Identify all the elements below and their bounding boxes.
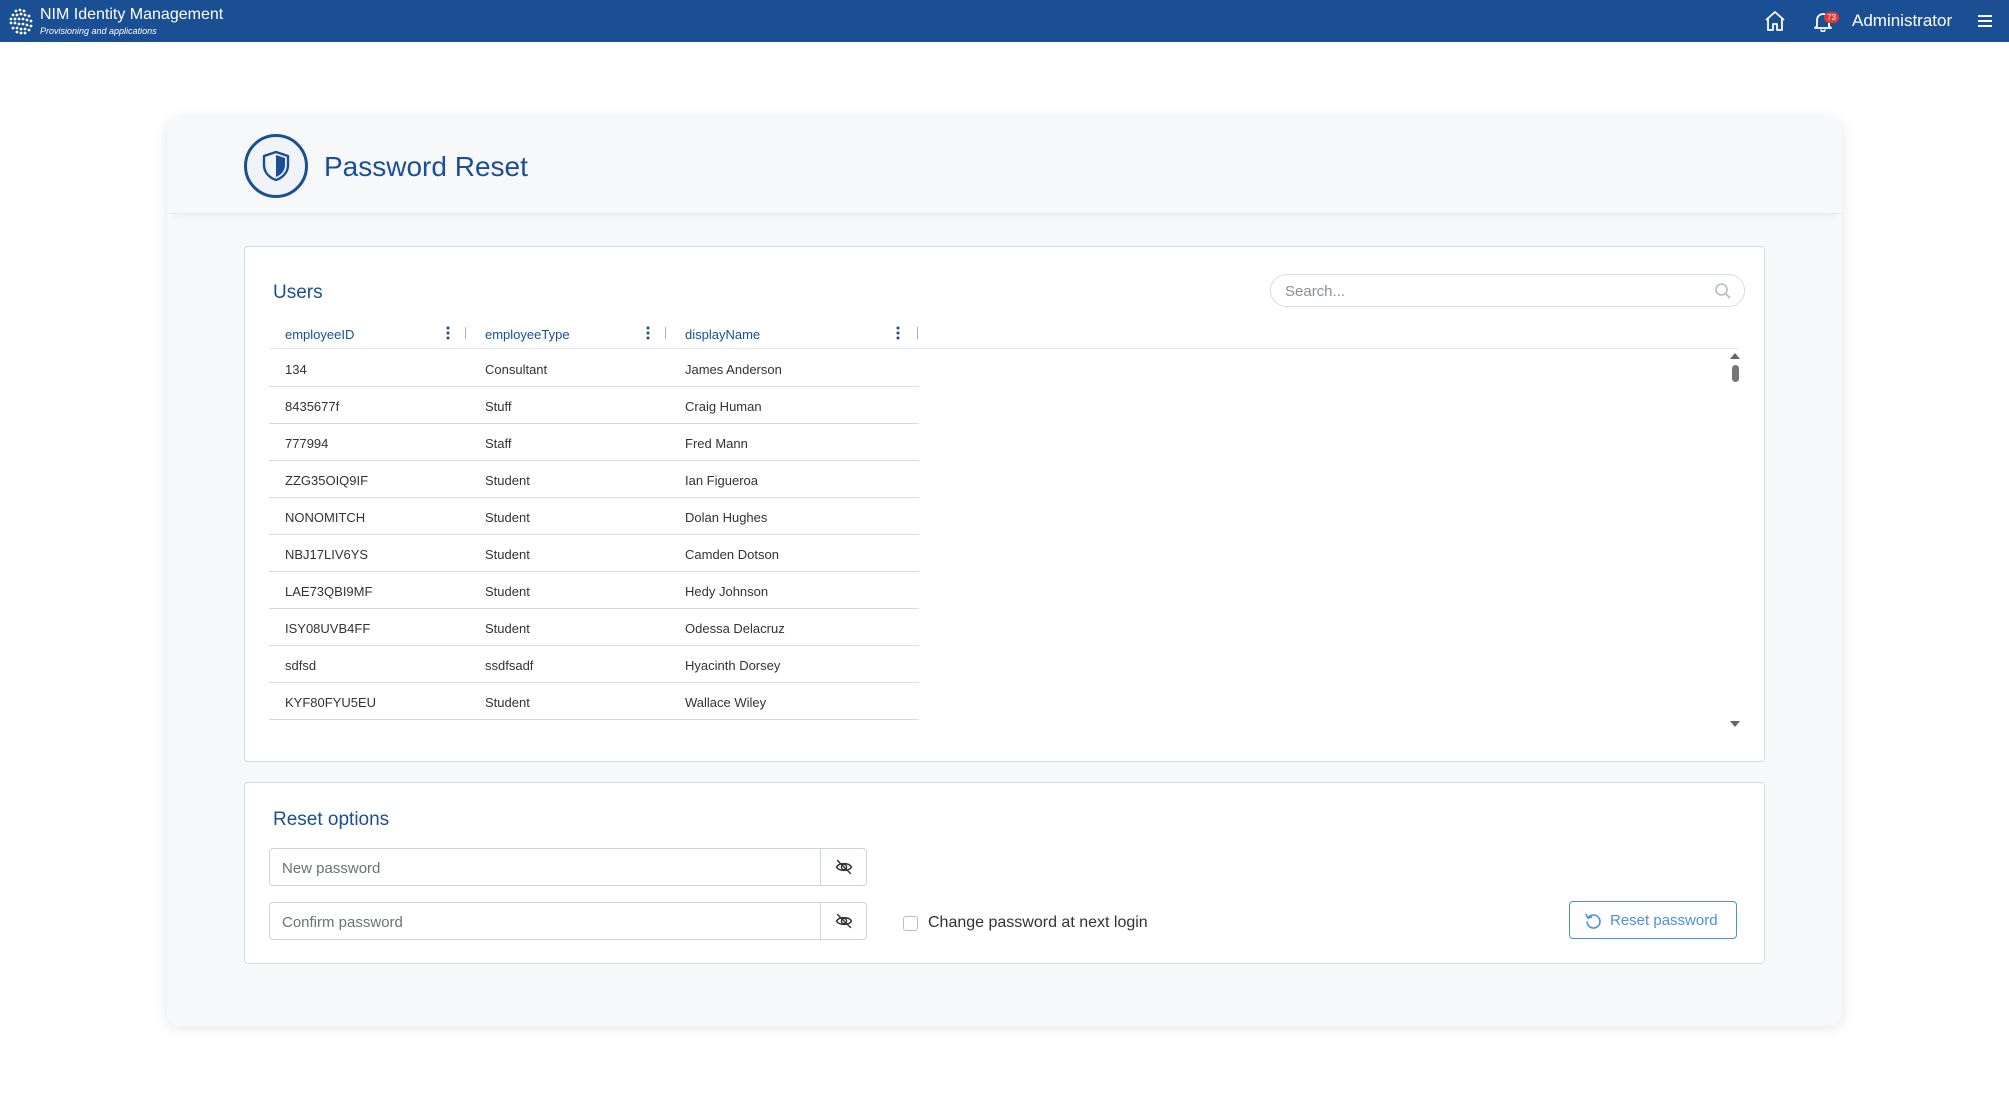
cell-displayname: Odessa Delacruz — [685, 621, 785, 636]
new-password-field — [269, 848, 867, 886]
cell-employeetype: Student — [485, 695, 530, 710]
cell-employeetype: Student — [485, 510, 530, 525]
cell-employeetype: Student — [485, 584, 530, 599]
column-header-employeeid[interactable]: employeeID — [285, 327, 354, 342]
confirm-password-field — [269, 902, 867, 940]
cell-employeeid: 777994 — [285, 436, 329, 451]
table-row[interactable]: 777994 Staff Fred Mann — [269, 424, 919, 461]
cell-displayname: Wallace Wiley — [685, 695, 767, 710]
cell-displayname: Hedy Johnson — [685, 584, 769, 599]
card-header: Password Reset — [167, 118, 1842, 214]
column-menu-icon[interactable] — [445, 325, 451, 341]
reset-options-title: Reset options — [273, 809, 390, 830]
app-title: NIM Identity Management — [40, 5, 224, 23]
column-header-displayname[interactable]: displayName — [685, 327, 760, 342]
cell-employeeid: ISY08UVB4FF — [285, 621, 371, 636]
grid-header: employeeID employeeType displayName — [269, 321, 1739, 349]
column-menu-icon[interactable] — [645, 325, 651, 341]
cell-employeeid: 134 — [285, 362, 307, 377]
cell-employeeid: NBJ17LIV6YS — [285, 547, 369, 562]
vertical-scrollbar[interactable] — [1730, 353, 1740, 733]
cell-employeetype: Student — [485, 547, 530, 562]
cell-employeeid: 8435677f — [285, 399, 340, 414]
change-at-next-login-option[interactable]: Change password at next login — [903, 914, 1148, 932]
column-menu-icon[interactable] — [895, 325, 901, 341]
cell-employeeid: ZZG35OIQ9IF — [285, 473, 369, 488]
scroll-up-arrow-icon[interactable] — [1730, 353, 1740, 359]
scrollbar-thumb[interactable] — [1732, 365, 1739, 382]
top-bar: NIM Identity Management Provisioning and… — [0, 0, 2009, 42]
users-panel: Users employeeID employeeType displayNam… — [244, 246, 1765, 762]
cell-displayname: Ian Figueroa — [685, 473, 758, 488]
cell-employeetype: Student — [485, 621, 530, 636]
cell-employeetype: Staff — [485, 436, 512, 451]
globe-logo-icon — [9, 8, 33, 35]
page-title: Password Reset — [324, 151, 528, 182]
table-row[interactable]: 8435677f Stuff Craig Human — [269, 387, 919, 424]
cell-displayname: Craig Human — [685, 399, 762, 414]
cell-employeetype: Stuff — [485, 399, 512, 414]
cell-employeeid: NONOMITCH — [285, 510, 366, 525]
table-row[interactable]: NBJ17LIV6YS Student Camden Dotson — [269, 535, 919, 572]
users-title: Users — [273, 282, 323, 303]
notification-badge: 73 — [1824, 12, 1839, 23]
menu-icon[interactable] — [1976, 12, 1994, 30]
cell-employeetype: Student — [485, 473, 530, 488]
cell-employeeid: KYF80FYU5EU — [285, 695, 377, 710]
new-password-input[interactable] — [282, 858, 822, 878]
change-at-next-login-label[interactable]: Change password at next login — [928, 914, 1148, 932]
cell-displayname: Hyacinth Dorsey — [685, 658, 781, 673]
cell-employeeid: sdfsd — [285, 658, 317, 673]
users-grid-body: 134 Consultant James Anderson 8435677f Stuf… — [269, 350, 919, 720]
table-row[interactable]: 134 Consultant James Anderson — [269, 350, 919, 387]
table-row[interactable]: ISY08UVB4FF Student Odessa Delacruz — [269, 609, 919, 646]
search-box — [1270, 274, 1745, 307]
undo-icon — [1585, 913, 1601, 929]
change-at-next-login-checkbox[interactable] — [903, 915, 918, 931]
table-row[interactable]: NONOMITCH Student Dolan Hughes — [269, 498, 919, 535]
column-resize-handle[interactable] — [917, 327, 918, 339]
scroll-down-arrow-icon[interactable] — [1730, 721, 1740, 727]
search-input[interactable] — [1285, 281, 1705, 301]
home-icon[interactable] — [1763, 10, 1787, 32]
reset-password-button[interactable]: Reset password — [1569, 901, 1737, 939]
confirm-password-input[interactable] — [282, 912, 822, 932]
table-row[interactable]: LAE73QBI9MF Student Hedy Johnson — [269, 572, 919, 609]
table-row[interactable]: sdfsd ssdfsadf Hyacinth Dorsey — [269, 646, 919, 683]
toggle-new-password-visibility[interactable] — [820, 849, 866, 885]
toggle-confirm-password-visibility[interactable] — [820, 903, 866, 939]
column-header-employeetype[interactable]: employeeType — [485, 327, 570, 342]
cell-displayname: Fred Mann — [685, 436, 748, 451]
cell-displayname: Dolan Hughes — [685, 510, 768, 525]
brand[interactable]: NIM Identity Management Provisioning and… — [6, 3, 223, 39]
reset-password-label: Reset password — [1610, 912, 1718, 929]
shield-icon — [262, 150, 290, 182]
user-name[interactable]: Administrator — [1852, 11, 1952, 31]
column-resize-handle[interactable] — [465, 327, 466, 339]
cell-employeetype: Consultant — [485, 362, 548, 377]
cell-employeeid: LAE73QBI9MF — [285, 584, 373, 599]
cell-displayname: James Anderson — [685, 362, 782, 377]
reset-options-panel: Reset options Change password at next lo… — [244, 782, 1765, 964]
table-row[interactable]: KYF80FYU5EU Student Wallace Wiley — [269, 683, 919, 720]
search-icon[interactable] — [1714, 282, 1732, 300]
eye-slash-icon — [835, 859, 853, 875]
cell-displayname: Camden Dotson — [685, 547, 779, 562]
password-reset-card: Password Reset Users employeeID employee… — [167, 118, 1842, 1026]
eye-slash-icon — [835, 913, 853, 929]
table-row[interactable]: ZZG35OIQ9IF Student Ian Figueroa — [269, 461, 919, 498]
column-resize-handle[interactable] — [665, 327, 666, 339]
page-icon-circle — [244, 134, 308, 198]
cell-employeetype: ssdfsadf — [485, 658, 534, 673]
app-subtitle: Provisioning and applications — [40, 25, 157, 36]
